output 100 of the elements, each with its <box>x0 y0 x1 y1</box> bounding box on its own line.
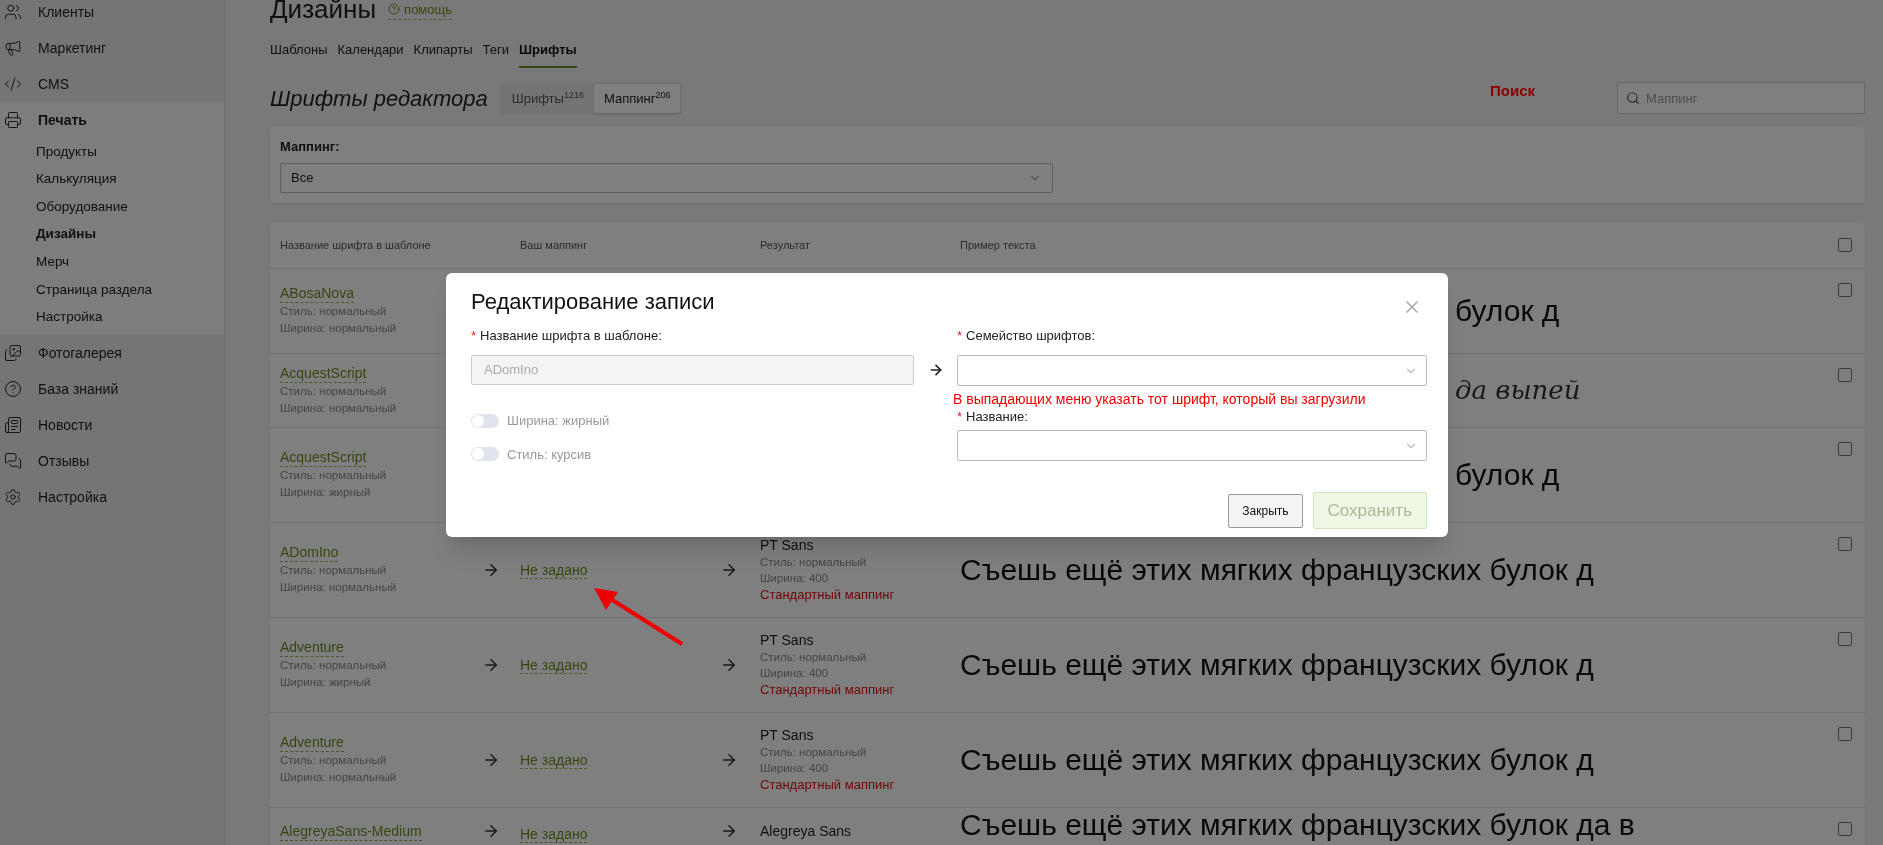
style-text: Стиль: нормальный <box>280 383 387 399</box>
search-icon <box>1626 91 1640 106</box>
column-header: Пример текста <box>960 237 1037 253</box>
mapping-link[interactable]: Не задано <box>520 751 588 769</box>
font-name-link[interactable]: ABosaNova <box>280 284 354 303</box>
result-style: Стиль: нормальный <box>760 649 867 665</box>
width-text: Ширина: жирный <box>280 485 371 500</box>
sidebar-item[interactable]: База знаний <box>0 371 224 408</box>
mapping-link[interactable]: Не задано <box>520 825 588 843</box>
sidebar-item[interactable]: Маркетинг <box>0 30 224 66</box>
annotation-text: Поиск <box>1490 81 1535 101</box>
sample-text: да выпей <box>1455 374 1581 405</box>
column-header: Название шрифта в шаблоне <box>280 237 432 253</box>
tab[interactable]: Теги <box>482 40 509 68</box>
hint-text: В выпадающих меню указать тот шрифт, который вы загрузили <box>953 390 1367 408</box>
row-checkbox[interactable] <box>1838 441 1852 456</box>
row-checkbox[interactable] <box>1838 631 1852 646</box>
font-name-field[interactable]: ADomIno <box>471 355 914 385</box>
result-style: Стиль: нормальный <box>760 744 867 760</box>
font-name-link[interactable]: AcquestScript <box>280 363 367 383</box>
sidebar-item[interactable]: Новости <box>0 407 224 444</box>
sample-text: Съешь ещё этих мягких французских булок да в <box>960 807 1635 841</box>
megaphone-icon <box>4 39 22 57</box>
sample-text: булок д <box>1455 294 1560 327</box>
result-width: Ширина: 400 <box>760 570 829 586</box>
row-checkbox[interactable] <box>1838 238 1852 252</box>
result-width: Ширина: 400 <box>760 760 829 776</box>
result-font: PT Sans <box>760 630 814 649</box>
style-text: Стиль: нормальный <box>280 658 387 673</box>
sidebar-item[interactable]: Фотогалерея <box>0 335 224 372</box>
newspaper-icon <box>4 416 22 435</box>
required-mark: * <box>471 327 477 346</box>
tab[interactable]: Календари <box>337 40 404 68</box>
help-link[interactable]: помощь <box>388 0 452 20</box>
font-name-link[interactable]: AlegreyaSans-Medium <box>280 821 422 841</box>
field-label: Название шрифта в шаблоне: <box>480 327 662 346</box>
gallery-icon <box>4 344 22 363</box>
field-label: Семейство шрифтов: <box>966 327 1096 346</box>
sample-text: булок д <box>1455 458 1560 491</box>
view-switch[interactable]: Шрифты$^{1216}$ <box>501 83 594 113</box>
mapping-link[interactable]: Не задано <box>520 561 588 579</box>
width-text: Ширина: жирный <box>280 675 371 690</box>
sidebar-subitem[interactable]: Настройка <box>0 303 224 332</box>
row-checkbox[interactable] <box>1838 536 1852 551</box>
tab[interactable]: Клипарты <box>413 40 473 68</box>
row-checkbox[interactable] <box>1838 282 1852 297</box>
section-title: Шрифты редактора <box>270 84 488 113</box>
row-checkbox[interactable] <box>1838 821 1852 836</box>
sample-text: Съешь ещё этих мягких французских булок д <box>960 743 1594 776</box>
style-text: Стиль: нормальный <box>280 563 387 578</box>
mapping-select[interactable]: Все <box>280 162 1053 193</box>
toggle-label: Стиль: курсив <box>507 445 592 464</box>
tab[interactable]: Шрифты <box>519 40 577 68</box>
sidebar-subitem[interactable]: Мерч <box>0 248 224 276</box>
sidebar-item[interactable]: CMS <box>0 66 224 102</box>
sidebar-item[interactable]: Отзывы <box>0 443 224 480</box>
column-header: Ваш маппинг <box>520 237 589 253</box>
result-width: Ширина: 400 <box>760 665 829 681</box>
style-text: Стиль: нормальный <box>280 753 387 768</box>
width-text: Ширина: нормальный <box>280 321 397 336</box>
font-name-link[interactable]: ADomIno <box>280 543 339 562</box>
width-text: Ширина: нормальный <box>280 580 397 595</box>
font-name-link[interactable]: Adventure <box>280 733 344 752</box>
sidebar-item[interactable]: Клиенты <box>0 0 224 30</box>
sidebar-item[interactable]: Печать <box>0 102 224 138</box>
filter-label: Маппинг: <box>280 138 341 156</box>
column-header: Результат <box>760 237 812 253</box>
result-font: PT Sans <box>760 535 814 554</box>
chat-icon <box>4 452 22 471</box>
sidebar-subitem[interactable]: Калькуляция <box>0 165 224 194</box>
row-checkbox[interactable] <box>1838 367 1852 382</box>
font-name-select[interactable] <box>957 430 1427 461</box>
required-mark: * <box>957 327 963 346</box>
help-icon <box>4 380 22 399</box>
view-switch[interactable]: Маппинг$^{206}$ <box>593 83 681 113</box>
toggle-label: Ширина: жирный <box>507 412 610 430</box>
dialog-button[interactable]: Закрыть <box>1228 493 1303 528</box>
sidebar-item[interactable]: Настройка <box>0 479 224 516</box>
code-icon <box>4 75 22 93</box>
mapping-link[interactable]: Не задано <box>520 656 588 674</box>
sample-text: Съешь ещё этих мягких французских булок д <box>960 648 1594 681</box>
result-font: PT Sans <box>760 725 814 744</box>
sidebar-subitem[interactable]: Продукты <box>0 138 224 166</box>
style-text: Стиль: нормальный <box>280 304 387 319</box>
width-text: Ширина: нормальный <box>280 400 397 416</box>
width-text: Ширина: нормальный <box>280 770 397 785</box>
settings-icon <box>4 488 22 507</box>
required-mark: * <box>957 408 963 427</box>
sidebar-subitem[interactable]: Оборудование <box>0 193 224 221</box>
row-checkbox[interactable] <box>1838 726 1852 741</box>
font-family-select[interactable] <box>957 355 1427 386</box>
font-name-link[interactable]: Adventure <box>280 638 344 657</box>
result-style: Стиль: нормальный <box>760 554 867 570</box>
sidebar-subitem[interactable]: Дизайны <box>0 220 224 249</box>
mapping-note: Стандартный маппинг <box>760 585 895 604</box>
tab[interactable]: Шаблоны <box>270 40 328 68</box>
sample-text: Съешь ещё этих мягких французских булок д <box>960 553 1594 586</box>
font-name-link[interactable]: AcquestScript <box>280 448 367 467</box>
sidebar-subitem[interactable]: Страница раздела <box>0 275 224 304</box>
mapping-note: Стандартный маппинг <box>760 680 895 699</box>
